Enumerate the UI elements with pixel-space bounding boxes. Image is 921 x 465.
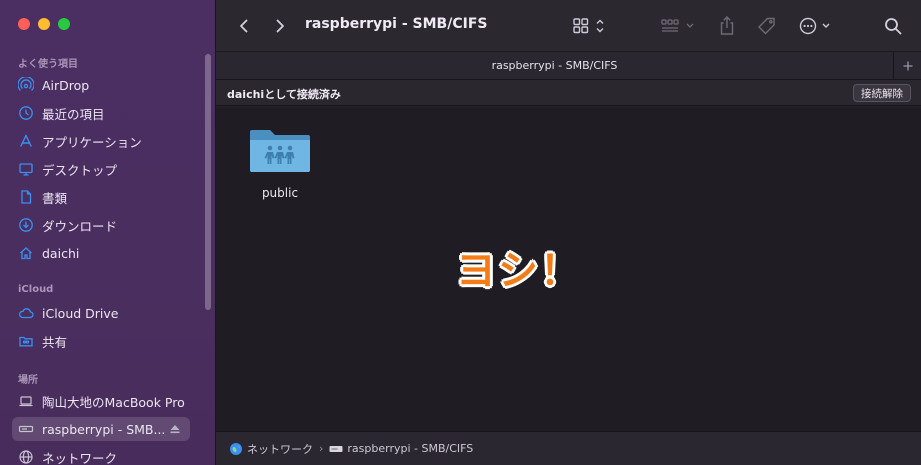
chevron-left-icon (240, 19, 248, 33)
sidebar-item-home[interactable]: daichi (12, 241, 190, 265)
chevron-right-icon (276, 19, 284, 33)
airdrop-icon (18, 77, 34, 93)
file-browser[interactable]: public ヨシ！ (216, 108, 921, 431)
search-button[interactable] (882, 13, 904, 39)
back-button[interactable] (232, 14, 256, 38)
tab-raspberrypi[interactable]: raspberrypi - SMB/CIFS (216, 59, 893, 72)
plus-icon (903, 61, 912, 71)
sidebar-scrollbar[interactable] (205, 54, 211, 310)
download-icon (18, 217, 34, 233)
ellipsis-circle-icon (799, 17, 830, 35)
search-icon (885, 18, 902, 35)
sidebar-item-desktop[interactable]: デスクトップ (12, 157, 190, 181)
server-icon (18, 421, 34, 437)
tag-icon (758, 17, 775, 35)
window-controls (18, 18, 70, 30)
document-icon (18, 189, 34, 205)
forward-button[interactable] (268, 14, 292, 38)
server-icon (329, 445, 343, 452)
shared-folder-icon (18, 333, 34, 349)
network-icon (18, 449, 34, 465)
action-menu-button[interactable] (798, 13, 834, 39)
sidebar-item-recents[interactable]: 最近の項目 (12, 101, 190, 125)
sidebar-section-icloud: iCloud (18, 284, 54, 295)
sidebar-section-favorites: よく使う項目 (18, 59, 78, 70)
sidebar-item-macbook[interactable]: 陶山大地のMacBook Pro (12, 389, 190, 413)
tag-button[interactable] (756, 13, 778, 39)
desktop-icon (18, 161, 34, 177)
path-separator-chevron-icon: › (319, 442, 324, 455)
clock-icon (18, 105, 34, 121)
sidebar-item-raspberrypi[interactable]: raspberrypi - SMB... (12, 417, 190, 441)
sidebar-item-documents[interactable]: 書類 (12, 185, 190, 209)
shared-folder-icon (250, 130, 310, 172)
toolbar: raspberrypi - SMB/CIFS (216, 0, 921, 52)
laptop-icon (18, 393, 34, 409)
path-bar: ネットワーク › raspberrypi - SMB/CIFS (216, 431, 921, 465)
window-title: raspberrypi - SMB/CIFS (305, 16, 488, 32)
share-icon (720, 16, 734, 35)
sidebar-section-locations: 場所 (18, 375, 38, 386)
sidebar: よく使う項目 AirDrop 最近の項目 アプリケーション デスクトップ 書類 … (0, 0, 216, 465)
path-item-server[interactable]: raspberrypi - SMB/CIFS (329, 442, 473, 455)
icon-grid-view-icon (573, 18, 604, 34)
main-pane: raspberrypi - SMB/CIFS raspberrypi - SMB… (216, 0, 921, 465)
sidebar-item-icloud-drive[interactable]: iCloud Drive (12, 301, 190, 325)
minimize-button[interactable] (38, 18, 50, 30)
zoom-button[interactable] (58, 18, 70, 30)
cloud-icon (18, 305, 34, 321)
connection-bar: daichiとして接続済み 接続解除 (216, 80, 921, 106)
sidebar-item-airdrop[interactable]: AirDrop (12, 73, 190, 97)
sidebar-item-downloads[interactable]: ダウンロード (12, 213, 190, 237)
folder-label: public (261, 186, 299, 200)
tab-bar: raspberrypi - SMB/CIFS (216, 52, 921, 80)
sidebar-item-applications[interactable]: アプリケーション (12, 129, 190, 153)
globe-icon (230, 442, 242, 455)
home-icon (18, 245, 34, 261)
group-icon (661, 19, 694, 32)
finder-window: よく使う項目 AirDrop 最近の項目 アプリケーション デスクトップ 書類 … (0, 0, 921, 465)
folder-item-public[interactable]: public (244, 124, 316, 200)
new-tab-button[interactable] (893, 52, 921, 80)
path-item-network[interactable]: ネットワーク (229, 441, 313, 457)
connection-status: daichiとして接続済み (227, 88, 341, 101)
disconnect-button[interactable]: 接続解除 (853, 84, 911, 102)
applications-icon (18, 133, 34, 149)
group-button[interactable] (660, 13, 700, 39)
sidebar-item-shared[interactable]: 共有 (12, 329, 190, 353)
overlay-caption: ヨシ！ (456, 248, 582, 294)
share-button[interactable] (716, 13, 738, 39)
close-button[interactable] (18, 18, 30, 30)
eject-icon[interactable] (168, 422, 182, 436)
view-mode-button[interactable] (572, 13, 610, 39)
sidebar-item-network[interactable]: ネットワーク (12, 445, 190, 465)
